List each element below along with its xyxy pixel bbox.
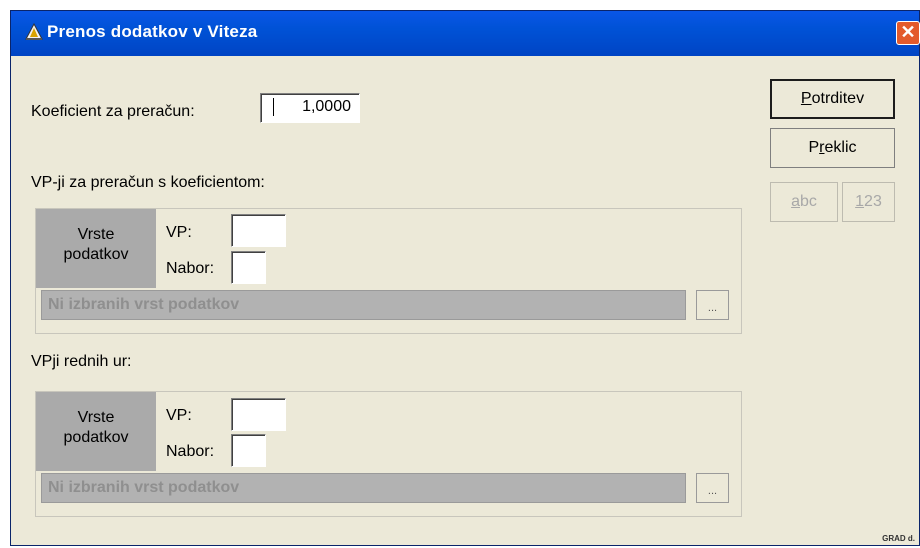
cancel-button[interactable]: Preklic [770, 128, 895, 168]
section2-vp-label: VP: [166, 407, 192, 424]
section2-nabor-label: Nabor: [166, 443, 215, 460]
numeric-label-rest: 23 [864, 193, 882, 210]
section1-vp-input[interactable] [231, 214, 286, 247]
abc-label-rest: bc [800, 193, 817, 210]
section2-nabor-input[interactable] [231, 434, 266, 467]
abc-hotkey: a [791, 193, 800, 210]
dialog-window: Prenos dodatkov v Viteza ✕ Koeficient za… [10, 10, 920, 546]
corner-label: GRAD d. [882, 534, 915, 543]
section1-browse-button[interactable]: ... [696, 290, 729, 320]
section1-heading: VP-ji za preračun s koeficientom: [31, 174, 265, 191]
cancel-label-prefix: P [808, 139, 820, 156]
section2-browse-button[interactable]: ... [696, 473, 729, 503]
coefficient-input[interactable]: 1,0000 [260, 93, 360, 123]
close-icon: ✕ [900, 22, 916, 42]
numeric-button[interactable]: 123 [842, 182, 895, 222]
section2-types-label-line2: podatkov [63, 429, 129, 446]
confirm-hotkey: P [800, 90, 812, 107]
abc-button[interactable]: abc [770, 182, 838, 222]
section1-nabor-label: Nabor: [166, 260, 215, 277]
section1-nabor-input[interactable] [231, 251, 266, 284]
section2-heading: VPji rednih ur: [31, 353, 132, 370]
section1-types-header: Vrste podatkov [36, 209, 156, 288]
coefficient-value: 1,0000 [302, 98, 351, 115]
numeric-hotkey: 1 [855, 193, 865, 210]
section1-types-label-line2: podatkov [63, 246, 129, 263]
section2-group: Vrste podatkov VP: Nabor: Ni izbranih vr… [35, 391, 742, 517]
window-title: Prenos dodatkov v Viteza [47, 22, 258, 41]
section2-vp-input[interactable] [231, 398, 286, 431]
section1-types-label-line1: Vrste [77, 226, 115, 243]
section1-group: Vrste podatkov VP: Nabor: Ni izbranih vr… [35, 208, 742, 334]
section2-selection-display: Ni izbranih vrst podatkov [41, 473, 686, 503]
close-button[interactable]: ✕ [896, 21, 920, 45]
cancel-label-rest: eklic [824, 139, 857, 156]
section1-selection-display: Ni izbranih vrst podatkov [41, 290, 686, 320]
app-icon [25, 23, 43, 40]
section1-vp-label: VP: [166, 224, 192, 241]
confirm-button[interactable]: Potrditev [770, 79, 895, 119]
section2-types-header: Vrste podatkov [36, 392, 156, 471]
coefficient-label: Koeficient za preračun: [31, 103, 195, 120]
confirm-label-rest: otrditev [811, 90, 865, 107]
title-bar[interactable]: Prenos dodatkov v Viteza ✕ [11, 11, 920, 56]
section2-types-label-line1: Vrste [77, 409, 115, 426]
text-caret [273, 98, 274, 116]
